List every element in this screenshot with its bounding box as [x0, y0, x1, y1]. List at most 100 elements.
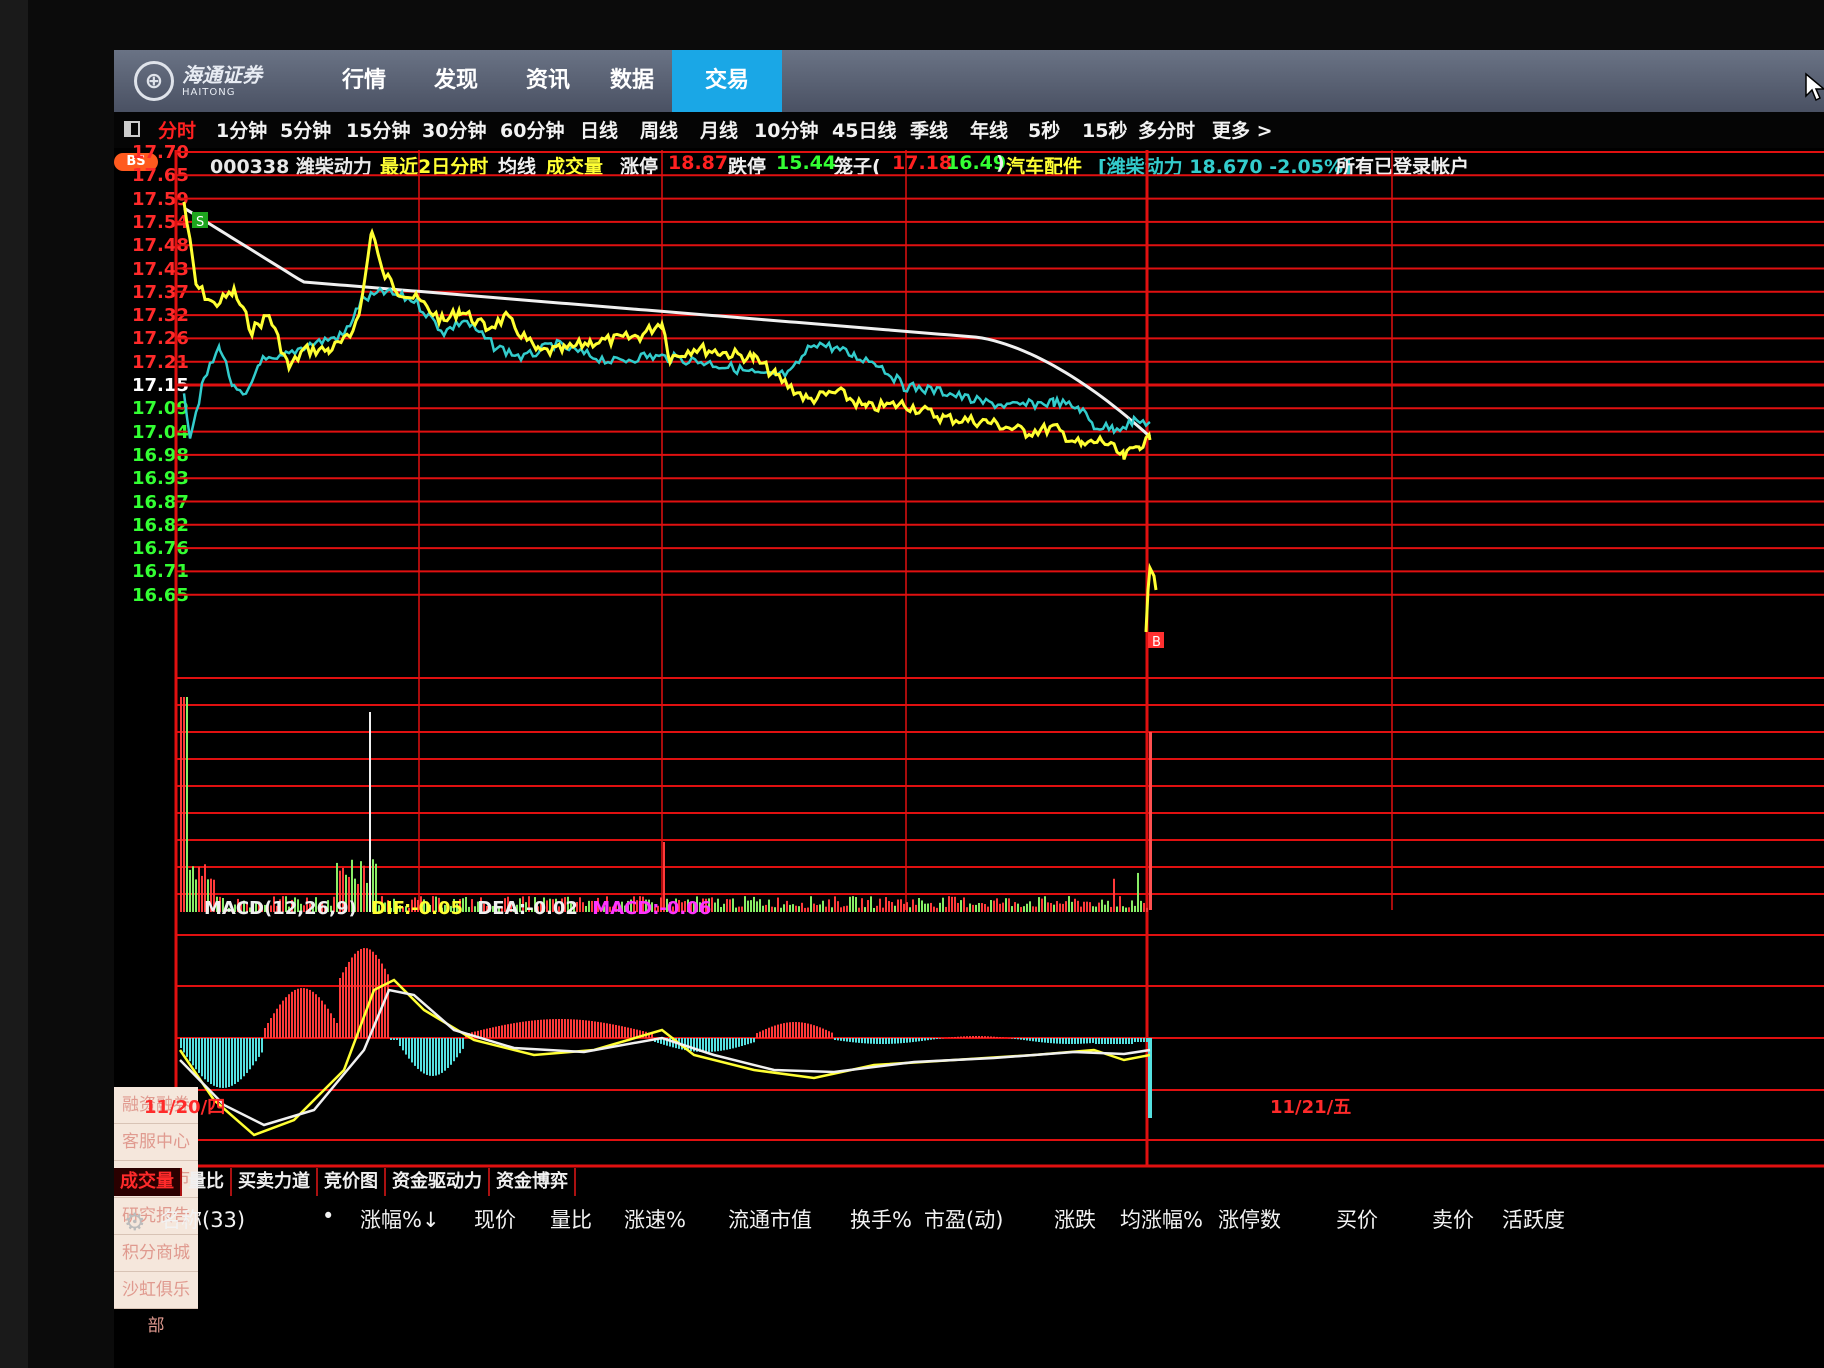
- brand-logo[interactable]: ⊕ 海通证券 HAITONG: [134, 58, 294, 104]
- volume-bar: [825, 906, 827, 912]
- macd-histogram-bar: [441, 1038, 443, 1073]
- col-ask[interactable]: 卖价: [1432, 1204, 1474, 1234]
- col-name[interactable]: 名称(33): [160, 1204, 245, 1234]
- macd-histogram-bar: [624, 1026, 626, 1038]
- macd-histogram-bar: [627, 1027, 629, 1038]
- period-quarterly[interactable]: 季线: [910, 116, 948, 143]
- col-avg-change[interactable]: 均涨幅%: [1120, 1204, 1203, 1234]
- col-limit-count[interactable]: 涨停数: [1218, 1204, 1281, 1234]
- macd-histogram-bar: [516, 1022, 518, 1038]
- period-5sec[interactable]: 5秒: [1028, 116, 1060, 143]
- col-change[interactable]: 涨跌: [1054, 1204, 1096, 1234]
- volume-bar: [1113, 878, 1115, 912]
- period-15sec[interactable]: 15秒: [1082, 116, 1127, 143]
- intraday-chart[interactable]: S B: [114, 150, 1824, 1170]
- volume-bar: [996, 898, 998, 912]
- macd-histogram-bar: [522, 1021, 524, 1038]
- macd-histogram-bar: [804, 1022, 806, 1038]
- period-daily[interactable]: 日线: [580, 116, 618, 143]
- volume-bar: [1023, 906, 1025, 912]
- macd-histogram-bar: [183, 1038, 185, 1053]
- col-price[interactable]: 现价: [474, 1204, 516, 1234]
- macd-histogram-bar: [888, 1038, 890, 1044]
- col-bid[interactable]: 买价: [1336, 1204, 1378, 1234]
- settings-gear-icon[interactable]: ⚙: [124, 1208, 146, 1236]
- macd-histogram-bar: [720, 1038, 722, 1051]
- macd-histogram-bar: [435, 1038, 437, 1076]
- volume-bar: [804, 907, 806, 912]
- side-club[interactable]: 沙虹俱乐部: [114, 1272, 198, 1336]
- sell-marker[interactable]: S: [192, 212, 208, 230]
- volume-bar: [1146, 907, 1148, 912]
- macd-histogram-bar: [501, 1025, 503, 1038]
- tab-volume[interactable]: 成交量: [114, 1168, 182, 1196]
- period-1min[interactable]: 1分钟: [216, 116, 267, 143]
- macd-histogram-bar: [192, 1038, 194, 1066]
- tab-volume-ratio[interactable]: 量比: [182, 1168, 232, 1196]
- macd-histogram-bar: [1041, 1038, 1043, 1043]
- date-day2: 11/21/五: [1270, 1097, 1352, 1118]
- layout-toggle-icon[interactable]: [124, 121, 140, 137]
- volume-bar: [927, 903, 929, 912]
- nav-tab-news[interactable]: 资讯: [508, 50, 588, 112]
- macd-histogram-bar: [510, 1023, 512, 1038]
- period-5min[interactable]: 5分钟: [280, 116, 331, 143]
- tab-fund-drive[interactable]: 资金驱动力: [386, 1168, 490, 1196]
- macd-histogram-bar: [927, 1038, 929, 1041]
- col-float-cap[interactable]: 流通市值: [728, 1204, 812, 1234]
- macd-histogram-bar: [867, 1038, 869, 1044]
- col-pe[interactable]: 市盈(动): [924, 1204, 1003, 1234]
- nav-tab-discover[interactable]: 发现: [416, 50, 496, 112]
- buy-marker[interactable]: B: [1148, 632, 1164, 650]
- period-more[interactable]: 更多 >: [1212, 116, 1273, 143]
- period-monthly[interactable]: 月线: [700, 116, 738, 143]
- macd-histogram-bar: [447, 1038, 449, 1068]
- side-customer-service[interactable]: 客服中心: [114, 1124, 198, 1161]
- period-multi-day[interactable]: 多分时: [1138, 116, 1195, 143]
- col-change-pct[interactable]: 涨幅%↓: [360, 1204, 440, 1234]
- tab-buy-sell-force[interactable]: 买卖力道: [232, 1168, 318, 1196]
- macd-histogram-bar: [453, 1038, 455, 1062]
- col-speed[interactable]: 涨速%: [624, 1204, 686, 1234]
- volume-bar: [978, 903, 980, 912]
- volume-bar: [1086, 901, 1088, 912]
- volume-bar: [822, 900, 824, 912]
- period-15min[interactable]: 15分钟: [346, 116, 410, 143]
- col-turnover[interactable]: 换手%: [850, 1204, 912, 1234]
- volume-bar: [1035, 906, 1037, 912]
- period-toolbar: 分时 1分钟 5分钟 15分钟 30分钟 60分钟 日线 周线 月线 10分钟 …: [114, 112, 1824, 148]
- period-45day[interactable]: 45日线: [832, 116, 896, 143]
- period-yearly[interactable]: 年线: [970, 116, 1008, 143]
- tab-auction-chart[interactable]: 竞价图: [318, 1168, 386, 1196]
- volume-bar: [870, 896, 872, 912]
- nav-tab-market[interactable]: 行情: [324, 50, 404, 112]
- macd-title[interactable]: MACD(12,26,9): [204, 898, 357, 919]
- period-intraday[interactable]: 分时: [158, 116, 196, 143]
- logo-name-en: HAITONG: [182, 86, 236, 98]
- volume-bar: [1089, 902, 1091, 912]
- volume-bar: [1107, 900, 1109, 912]
- macd-histogram-bar: [573, 1019, 575, 1038]
- macd-histogram-bar: [489, 1027, 491, 1038]
- volume-bar: [1059, 903, 1061, 912]
- macd-histogram-bar: [606, 1023, 608, 1038]
- macd-histogram-bar: [1050, 1038, 1052, 1044]
- col-volume-ratio[interactable]: 量比: [550, 1204, 592, 1234]
- volume-bar: [921, 900, 923, 912]
- nav-tab-data[interactable]: 数据: [592, 50, 672, 112]
- tab-fund-game[interactable]: 资金博弈: [490, 1168, 576, 1196]
- nav-tab-trade[interactable]: 交易: [672, 50, 782, 112]
- macd-histogram-bar: [504, 1024, 506, 1038]
- col-activity[interactable]: 活跃度: [1502, 1204, 1565, 1234]
- macd-histogram-bar: [909, 1038, 911, 1043]
- macd-histogram-bar: [768, 1027, 770, 1038]
- volume-bar: [777, 897, 779, 912]
- period-10min[interactable]: 10分钟: [754, 116, 818, 143]
- volume-bar: [771, 906, 773, 912]
- macd-histogram-bar: [438, 1038, 440, 1075]
- macd-histogram-bar: [321, 1000, 323, 1038]
- volume-bar: [819, 904, 821, 912]
- period-weekly[interactable]: 周线: [640, 116, 678, 143]
- period-60min[interactable]: 60分钟: [500, 116, 564, 143]
- period-30min[interactable]: 30分钟: [422, 116, 486, 143]
